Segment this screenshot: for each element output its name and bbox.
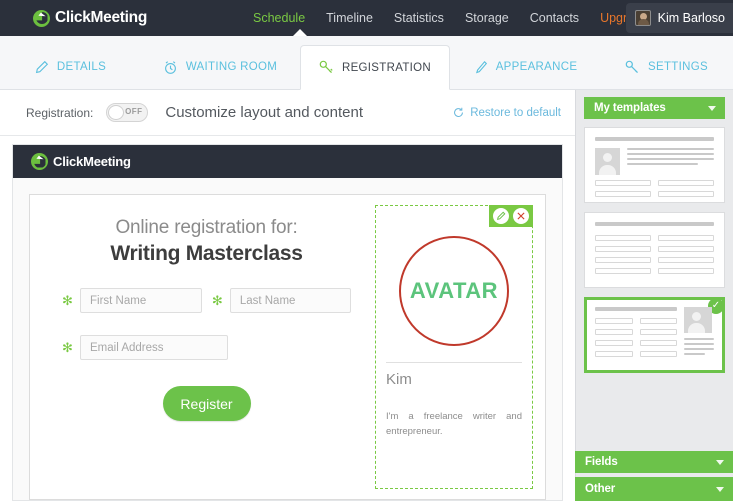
tab-appearance-label: APPEARANCE <box>495 61 578 73</box>
tab-settings[interactable]: SETTINGS <box>600 45 733 89</box>
name-fields-row: ✻ First Name ✻ Last Name <box>62 288 351 313</box>
clickmeeting-cursor-logo-icon <box>33 9 50 27</box>
chevron-down-icon <box>716 486 724 492</box>
pencil-edit-icon <box>496 211 506 221</box>
template-photo-placeholder-icon <box>595 148 620 175</box>
first-name-input[interactable]: First Name <box>80 288 202 313</box>
registration-toggle-switch[interactable]: OFF <box>106 103 149 122</box>
sidebar-bottom-accordions: Fields Other <box>575 451 733 501</box>
editor-title: Customize layout and content <box>165 104 363 121</box>
required-marker: ✻ <box>211 293 223 308</box>
nav-item-contacts[interactable]: Contacts <box>530 11 579 25</box>
my-templates-accordion-header[interactable]: My templates <box>584 97 725 119</box>
tab-appearance[interactable]: APPEARANCE <box>450 45 600 89</box>
other-label: Other <box>585 483 616 495</box>
registration-form-card: Online registration for: Writing Masterc… <box>29 194 546 500</box>
registration-subheading: Online registration for: <box>115 217 298 238</box>
nav-item-statistics[interactable]: Statistics <box>394 11 444 25</box>
editor-toolbar: Registration: OFF Customize layout and c… <box>0 90 575 136</box>
template-option-3[interactable]: ✓ <box>584 297 725 373</box>
chevron-down-icon <box>716 459 724 465</box>
nav-item-storage[interactable]: Storage <box>465 11 509 25</box>
avatar-placeholder-label: AVATAR <box>409 278 499 303</box>
preview-clickmeeting-logo-icon <box>31 153 48 170</box>
top-navigation-bar: ClickMeeting Schedule Timeline Statistic… <box>0 0 733 36</box>
close-x-icon <box>517 212 525 220</box>
tab-details[interactable]: DETAILS <box>0 45 140 89</box>
templates-sidebar: My templates ✓ Fields Other <box>575 90 733 501</box>
registration-toggle-label: Registration: <box>26 105 94 120</box>
key-icon <box>319 60 333 73</box>
main-nav: Schedule Timeline Statistics Storage Con… <box>253 11 648 25</box>
wrench-icon <box>625 60 639 73</box>
avatar-block-toolbar <box>489 205 533 227</box>
toggle-state-label: OFF <box>125 107 143 116</box>
preview-brand-name: ClickMeeting <box>53 154 131 169</box>
tab-waiting-room-label: WAITING ROOM <box>185 61 278 73</box>
edit-avatar-block-button[interactable] <box>493 208 509 224</box>
email-field-row: ✻ Email Address <box>62 335 351 360</box>
paintbrush-icon <box>475 60 487 73</box>
brand-name: ClickMeeting <box>55 9 148 26</box>
registration-page-preview: ClickMeeting Online registration for: Wr… <box>12 144 563 501</box>
other-accordion-header[interactable]: Other <box>575 477 733 501</box>
nav-item-timeline[interactable]: Timeline <box>326 11 373 25</box>
tab-settings-label: SETTINGS <box>648 61 708 73</box>
preview-header-bar: ClickMeeting <box>13 145 562 178</box>
template-photo-placeholder-icon <box>684 307 712 333</box>
user-menu[interactable]: Kim Barloso <box>625 3 733 33</box>
tab-details-label: DETAILS <box>56 61 107 73</box>
section-tabs: DETAILS WAITING ROOM REGISTRATION APPEAR… <box>0 36 733 90</box>
preview-body: Online registration for: Writing Masterc… <box>13 178 562 500</box>
tab-registration-label: REGISTRATION <box>341 61 431 74</box>
required-marker: ✻ <box>62 293 73 308</box>
fields-label: Fields <box>585 456 618 468</box>
required-marker: ✻ <box>62 340 73 355</box>
user-avatar-icon <box>634 10 651 26</box>
avatar-block[interactable]: AVATAR Kim I'm a freelance writer and en… <box>375 205 533 489</box>
active-nav-caret-indicator <box>293 29 307 36</box>
user-name-label: Kim Barloso <box>657 11 725 25</box>
registration-title: Writing Masterclass <box>110 242 303 265</box>
last-name-input[interactable]: Last Name <box>229 288 351 313</box>
tab-registration[interactable]: REGISTRATION <box>300 45 450 90</box>
preview-canvas-wrapper: ClickMeeting Online registration for: Wr… <box>0 136 575 501</box>
restore-circular-arrow-icon <box>454 107 464 117</box>
registration-form-column: Online registration for: Writing Masterc… <box>42 205 369 489</box>
template-option-1[interactable] <box>584 127 725 203</box>
chevron-down-icon <box>708 105 716 111</box>
registration-editor-pane: Registration: OFF Customize layout and c… <box>0 90 575 501</box>
pencil-icon <box>35 60 49 73</box>
app-logo[interactable]: ClickMeeting <box>33 9 147 27</box>
template-option-2[interactable] <box>584 212 725 288</box>
fields-accordion-header[interactable]: Fields <box>575 451 733 473</box>
restore-to-default-label: Restore to default <box>470 106 561 119</box>
avatar-placeholder-circle: AVATAR <box>399 236 509 346</box>
tab-waiting-room[interactable]: WAITING ROOM <box>140 45 300 89</box>
presenter-description: I'm a freelance writer and entrepreneur. <box>386 411 522 437</box>
register-button[interactable]: Register <box>162 386 251 421</box>
toggle-knob <box>108 105 125 120</box>
template-list: ✓ <box>584 127 725 373</box>
avatar-divider <box>386 362 522 363</box>
alarm-clock-icon <box>164 60 176 74</box>
presenter-name: Kim <box>386 371 412 388</box>
page-content: Registration: OFF Customize layout and c… <box>0 90 733 501</box>
nav-item-schedule[interactable]: Schedule <box>253 11 305 25</box>
delete-avatar-block-button[interactable] <box>513 208 529 224</box>
my-templates-label: My templates <box>594 102 666 114</box>
restore-to-default-button[interactable]: Restore to default <box>453 107 561 119</box>
email-address-input[interactable]: Email Address <box>80 335 228 360</box>
